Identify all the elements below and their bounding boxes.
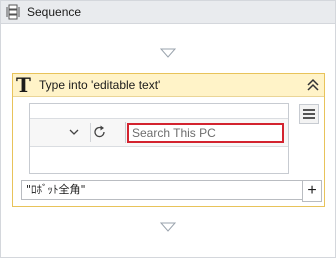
workflow-designer: Sequence T Type into 'editable text' Sea… — [0, 0, 336, 258]
hamburger-menu-icon[interactable] — [299, 104, 319, 124]
activity-title: Type into 'editable text' — [39, 78, 161, 92]
activity-header[interactable]: T Type into 'editable text' — [13, 74, 324, 97]
target-element-preview[interactable]: Search This PC — [29, 103, 289, 174]
drop-triangle-icon[interactable] — [160, 222, 176, 232]
divider — [125, 122, 126, 143]
sequence-title: Sequence — [27, 5, 82, 19]
plus-icon[interactable]: + — [302, 180, 322, 202]
type-into-icon: T — [16, 73, 31, 97]
chevron-down-icon — [68, 126, 80, 138]
refresh-icon — [93, 124, 107, 140]
text-input-field[interactable]: "ﾛﾎﾞｯﾄ全角" — [21, 180, 304, 200]
preview-body — [30, 147, 288, 173]
sequence-icon — [5, 4, 21, 20]
preview-address-bar: Search This PC — [30, 119, 288, 147]
double-chevron-up-icon[interactable] — [306, 78, 320, 92]
divider — [90, 123, 91, 142]
search-box-highlighted: Search This PC — [127, 123, 284, 143]
drop-triangle-icon[interactable] — [160, 48, 176, 58]
preview-top-bar — [30, 104, 288, 119]
sequence-header[interactable]: Sequence — [1, 1, 335, 24]
type-into-activity[interactable]: T Type into 'editable text' Search This … — [12, 73, 325, 207]
